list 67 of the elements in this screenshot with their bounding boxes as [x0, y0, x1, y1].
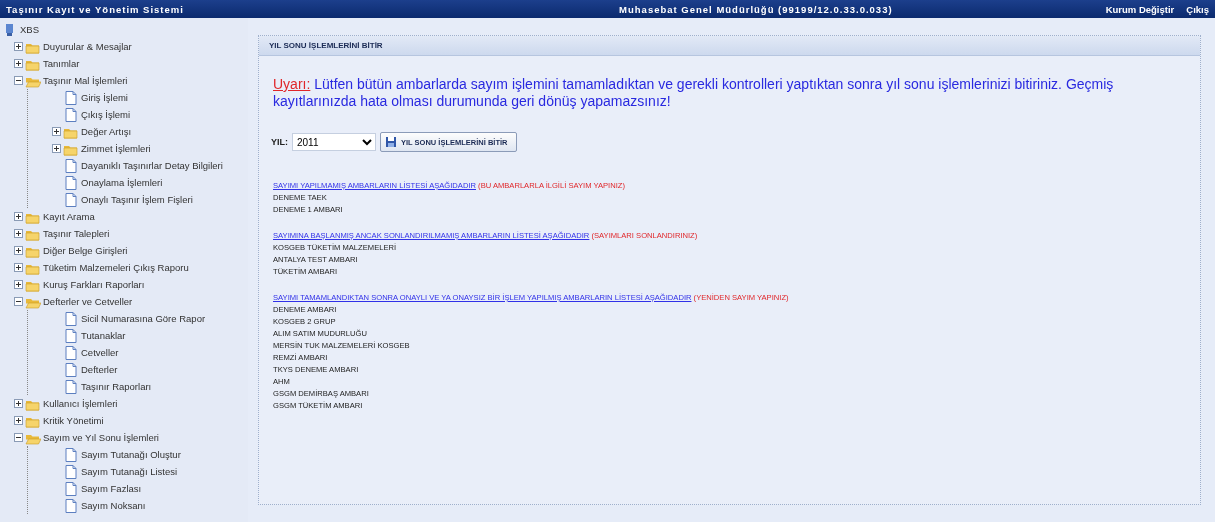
header-link[interactable]: Çıkış	[1186, 3, 1209, 15]
tree-item[interactable]: Duyurular & Mesajlar	[43, 41, 132, 52]
expand-icon[interactable]	[14, 212, 23, 221]
page-icon	[63, 497, 79, 514]
expand-icon[interactable]	[14, 229, 23, 238]
tree-item[interactable]: Taşınır Talepleri	[43, 228, 110, 239]
page-icon	[63, 463, 79, 480]
tree-item[interactable]: Onaylı Taşınır İşlem Fişleri	[81, 194, 193, 205]
tree-item[interactable]: Çıkış İşlemi	[81, 109, 131, 120]
tree-item[interactable]: Sayım Fazlası	[81, 483, 142, 494]
tree-item[interactable]: Tutanaklar	[81, 330, 126, 341]
expand-icon[interactable]	[14, 416, 23, 425]
page-icon	[63, 157, 79, 174]
warning-message: Uyarı: Lütfen bütün ambarlarda sayım işlemini tamamladıktan ve gerekli kontrolleri yaptıktan sonra yıl sonu işlemlerinizi bitiriniz. Geçmiş kayıtlarınızda hata olması durumunda geri dönüş yapamazsınız!	[273, 76, 1115, 110]
expand-icon[interactable]	[14, 280, 23, 289]
expand-icon[interactable]	[14, 399, 23, 408]
tree-item[interactable]: Sayım Tutanağı Oluştur	[81, 449, 181, 460]
page-icon	[63, 191, 79, 208]
page-icon	[63, 361, 79, 378]
tree-item[interactable]: Tüketim Malzemeleri Çıkış Raporu	[43, 262, 189, 273]
tree-item[interactable]: Taşınır Raporları	[81, 381, 152, 392]
page-icon	[63, 174, 79, 191]
page-icon	[63, 106, 79, 123]
panel-title: YIL SONU İŞLEMLERİNİ BİTİR	[259, 36, 1200, 56]
page-icon	[63, 327, 79, 344]
expand-icon[interactable]	[14, 433, 23, 442]
page-icon	[63, 446, 79, 463]
year-select[interactable]: 2011	[292, 133, 376, 151]
tree-item[interactable]: Değer Artışı	[81, 126, 132, 137]
expand-icon[interactable]	[52, 127, 61, 136]
tree-item[interactable]: XBS	[20, 24, 39, 35]
tree-item[interactable]: Kayıt Arama	[43, 211, 95, 222]
tree-item[interactable]: Cetveller	[81, 347, 119, 358]
app-title: Taşınır Kayıt ve Yönetim Sistemi	[6, 3, 185, 15]
expand-icon[interactable]	[14, 297, 23, 306]
page-icon	[63, 480, 79, 497]
tree-item[interactable]: Giriş İşlemi	[81, 92, 128, 103]
page-icon	[63, 344, 79, 361]
expand-icon[interactable]	[52, 144, 61, 153]
header-link[interactable]: Kurum Değiştir	[1105, 3, 1175, 15]
tree-item[interactable]: Kuruş Farkları Raporları	[43, 279, 145, 290]
tree-item[interactable]: Kritik Yönetimi	[43, 415, 104, 426]
expand-icon[interactable]	[14, 263, 23, 272]
expand-icon[interactable]	[14, 42, 23, 51]
tree-item[interactable]: Sayım Tutanağı Listesi	[81, 466, 178, 477]
page-icon	[63, 378, 79, 395]
tree-item[interactable]: Taşınır Mal İşlemleri	[43, 75, 128, 86]
expand-icon[interactable]	[14, 246, 23, 255]
tree-item[interactable]: Dayanıklı Taşınırlar Detay Bilgileri	[81, 160, 223, 171]
tree-item[interactable]: Sicil Numarasına Göre Rapor	[81, 313, 206, 324]
tree-item[interactable]: Defterler	[81, 364, 118, 375]
expand-icon[interactable]	[14, 76, 23, 85]
tree-item[interactable]: Sayım Noksanı	[81, 500, 146, 511]
warning-link[interactable]: Uyarı:	[273, 76, 311, 92]
tree-item[interactable]: Diğer Belge Girişleri	[43, 245, 128, 256]
year-label: YIL:	[271, 137, 288, 147]
tree-item[interactable]: Kullanıcı İşlemleri	[43, 398, 118, 409]
page-icon	[63, 89, 79, 106]
tree-item[interactable]: Sayım ve Yıl Sonu İşlemleri	[43, 432, 159, 443]
save-icon	[385, 136, 397, 148]
tree-item[interactable]: Tanımlar	[43, 58, 80, 69]
expand-icon[interactable]	[14, 59, 23, 68]
tree-item[interactable]: Zimmet İşlemleri	[81, 143, 151, 154]
organization-label: Muhasebat Genel Müdürlüğü (99199/12.0.33.0.033)	[618, 3, 894, 15]
page-icon	[63, 310, 79, 327]
tree-item[interactable]: Defterler ve Cetveller	[43, 296, 133, 307]
tree-item[interactable]: Onaylama İşlemleri	[81, 177, 163, 188]
